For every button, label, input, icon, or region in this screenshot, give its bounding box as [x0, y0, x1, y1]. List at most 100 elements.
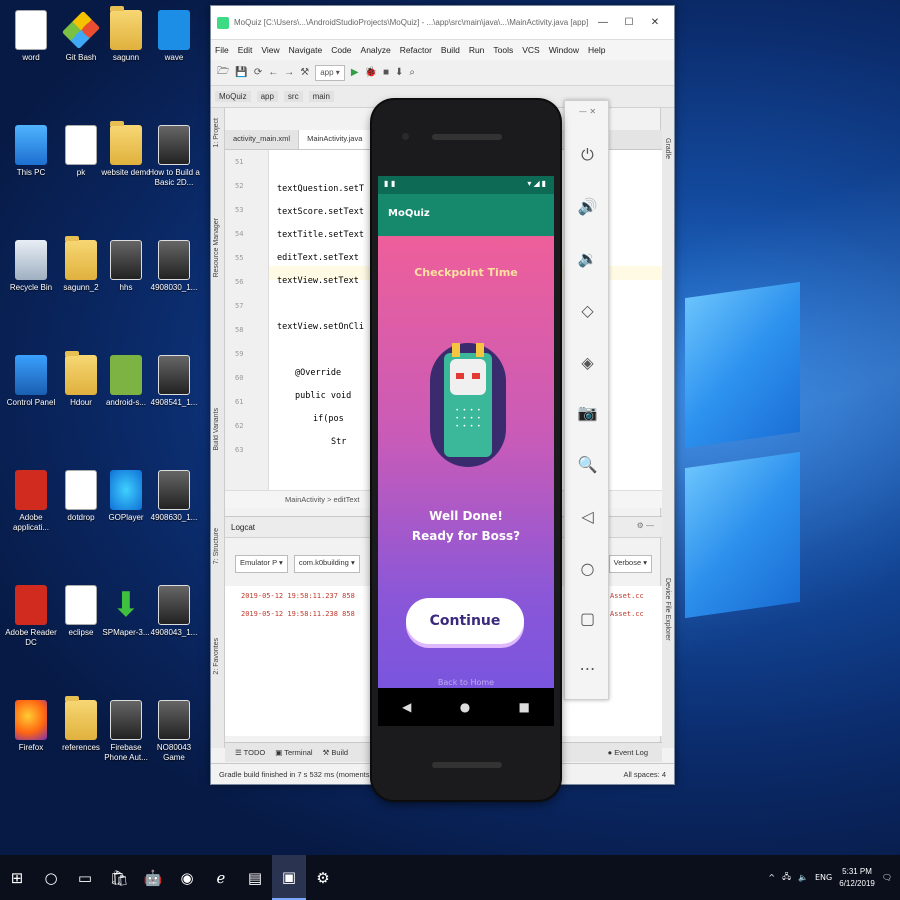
indent-status[interactable]: All spaces: 4 — [623, 770, 666, 779]
nav-crumb[interactable]: main — [308, 91, 334, 102]
desktop-icon[interactable]: Adobe Reader DC — [5, 585, 57, 677]
desktop-icon[interactable]: 4908043_1... — [148, 585, 200, 677]
ie-icon[interactable]: ℯ — [204, 855, 238, 900]
resource-manager-tool-tab[interactable]: Resource Manager — [213, 218, 220, 278]
nav-crumb[interactable]: MoQuiz — [215, 91, 251, 102]
menu-item-file[interactable]: File — [215, 45, 229, 55]
volume-down-icon[interactable]: 🔉 — [565, 249, 610, 268]
power-icon[interactable]: ⏻ — [565, 145, 610, 165]
desktop-icon[interactable]: hhs — [100, 240, 152, 332]
minimize-icon[interactable]: — — [590, 17, 616, 28]
menu-item-code[interactable]: Code — [331, 45, 351, 55]
nav-crumb[interactable]: app — [256, 91, 278, 102]
notifications-icon[interactable]: 🗨 — [882, 873, 892, 882]
nav-recents-icon[interactable]: ■ — [519, 700, 530, 714]
build-hammer-icon[interactable]: ⚒ — [300, 67, 309, 78]
maximize-icon[interactable]: ☐ — [616, 17, 642, 28]
build-tab[interactable]: ⚒ Build — [323, 748, 349, 757]
nav-home-icon[interactable]: ● — [460, 700, 470, 714]
zoom-icon[interactable]: 🔍 — [565, 455, 610, 474]
debug-icon[interactable]: 🐞 — [365, 67, 377, 78]
run-config-select[interactable]: app ▾ — [315, 64, 345, 81]
phone-screen[interactable]: ▮ ▮ ▾◢▮ MoQuiz Checkpoint Time • • • • • … — [378, 176, 554, 766]
package-select[interactable]: com.k0building ▾ — [293, 555, 360, 573]
sdk-manager-icon[interactable]: ⬇ — [395, 67, 403, 78]
desktop-icon[interactable]: This PC — [5, 125, 57, 217]
desktop-icon[interactable]: Recycle Bin — [5, 240, 57, 332]
device-select[interactable]: Emulator P ▾ — [235, 555, 288, 573]
menu-item-edit[interactable]: Edit — [238, 45, 253, 55]
forward-icon[interactable]: → — [284, 67, 294, 78]
logcat-settings-icon[interactable]: ⚙ — — [637, 521, 654, 530]
menu-item-analyze[interactable]: Analyze — [361, 45, 391, 55]
editor-tab[interactable]: MainActivity.java — [299, 130, 372, 149]
desktop-icon[interactable]: Firebase Phone Aut... — [100, 700, 152, 792]
cortana-search-icon[interactable]: ○ — [34, 855, 68, 900]
back-icon[interactable]: ← — [268, 67, 278, 78]
desktop-icon[interactable]: sagunn — [100, 6, 152, 102]
desktop-icon[interactable]: 4908030_1... — [148, 240, 200, 332]
log-level-select[interactable]: Verbose ▾ — [608, 555, 652, 573]
volume-icon[interactable]: 🔈 — [798, 873, 808, 882]
stop-icon[interactable]: ■ — [383, 67, 389, 78]
files-icon[interactable]: ▤ — [238, 855, 272, 900]
volume-up-icon[interactable]: 🔊 — [565, 197, 610, 216]
android-app-icon[interactable]: 🤖 — [136, 855, 170, 900]
desktop-icon[interactable]: SPMaper-3... — [100, 585, 152, 677]
tray-chevron-icon[interactable]: ^ — [768, 873, 775, 882]
title-bar[interactable]: MoQuiz [C:\Users\...\AndroidStudioProjec… — [211, 6, 674, 40]
chrome-icon[interactable]: ◉ — [170, 855, 204, 900]
nav-back-icon[interactable]: ◀ — [402, 700, 411, 714]
desktop-icon[interactable]: How to Build a Basic 2D... — [148, 125, 200, 217]
app-icon[interactable]: ⚙ — [306, 855, 340, 900]
save-icon[interactable]: 💾 — [235, 67, 247, 78]
menu-item-view[interactable]: View — [261, 45, 279, 55]
back-icon[interactable]: ◁ — [565, 507, 610, 526]
desktop-icon[interactable]: NO80043 Game — [148, 700, 200, 792]
menu-item-vcs[interactable]: VCS — [522, 45, 539, 55]
menu-item-window[interactable]: Window — [549, 45, 579, 55]
device-file-explorer-tab[interactable]: Device File Explorer — [664, 578, 671, 641]
terminal-tab[interactable]: ▣ Terminal — [275, 748, 312, 757]
rotate-right-icon[interactable]: ◈ — [565, 353, 610, 372]
close-icon[interactable]: ✕ — [642, 17, 668, 28]
menu-item-run[interactable]: Run — [469, 45, 485, 55]
desktop-icon[interactable]: Firefox — [5, 700, 57, 792]
todo-tab[interactable]: ☰ TODO — [235, 748, 265, 757]
overview-icon[interactable]: ▢ — [565, 609, 610, 628]
desktop-icon[interactable]: 4908630_1... — [148, 470, 200, 562]
desktop-icon[interactable]: Adobe applicati... — [5, 470, 57, 562]
more-icon[interactable]: ⋯ — [565, 659, 610, 678]
back-to-home-link[interactable]: Back to Home — [378, 678, 554, 687]
desktop-icon[interactable]: word — [5, 10, 57, 102]
task-view-icon[interactable]: ▭ — [68, 855, 102, 900]
search-icon[interactable]: ⌕ — [409, 67, 415, 78]
editor-tab[interactable]: activity_main.xml — [225, 130, 300, 149]
favorites-tool-tab[interactable]: 2: Favorites — [213, 638, 220, 675]
start-windows-icon[interactable]: ⊞ — [0, 855, 34, 900]
emulator-window-controls[interactable]: — ✕ — [565, 107, 610, 116]
menu-item-navigate[interactable]: Navigate — [289, 45, 323, 55]
android-studio-taskbar-icon[interactable]: ▣ — [272, 855, 306, 900]
run-icon[interactable]: ▶ — [351, 67, 359, 78]
menu-item-help[interactable]: Help — [588, 45, 605, 55]
rotate-left-icon[interactable]: ◇ — [565, 301, 610, 320]
project-tool-tab[interactable]: 1: Project — [213, 118, 220, 148]
clock[interactable]: 5:31 PM 6/12/2019 — [839, 866, 875, 890]
desktop-icon[interactable]: wave — [148, 10, 200, 102]
nav-crumb[interactable]: src — [283, 91, 303, 102]
home-icon[interactable]: ○ — [565, 559, 610, 578]
gradle-tool-tab[interactable]: Gradle — [664, 138, 671, 159]
sync-icon[interactable]: ⟳ — [254, 67, 262, 78]
menu-item-build[interactable]: Build — [441, 45, 460, 55]
event-log-tab[interactable]: ● Event Log — [608, 748, 648, 757]
menu-item-tools[interactable]: Tools — [493, 45, 513, 55]
language-indicator[interactable]: ENG — [815, 873, 832, 882]
store-icon[interactable]: 🛍 — [102, 855, 136, 900]
desktop-icon[interactable]: android-s... — [100, 355, 152, 447]
desktop-icon[interactable]: 4908541_1... — [148, 355, 200, 447]
open-folder-icon[interactable]: 🗁 — [217, 64, 229, 81]
network-icon[interactable]: 🖧 — [782, 871, 791, 885]
build-variants-tool-tab[interactable]: Build Variants — [213, 408, 220, 451]
desktop-icon[interactable]: Control Panel — [5, 355, 57, 447]
